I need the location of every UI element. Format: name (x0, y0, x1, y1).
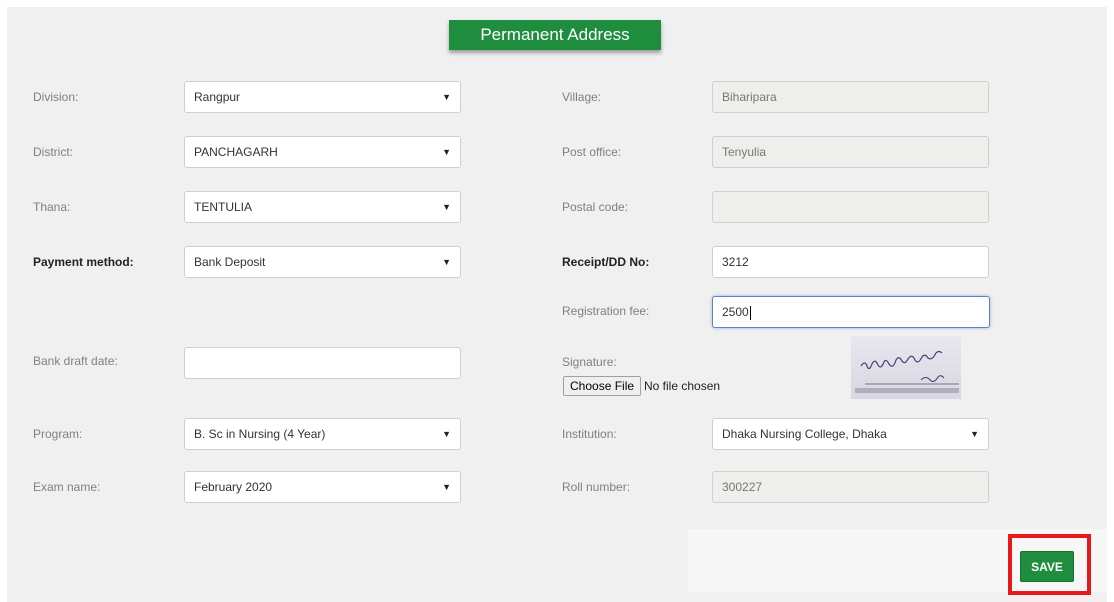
handwritten-signature-icon (855, 350, 959, 393)
post-office-input[interactable]: Tenyulia (712, 136, 989, 168)
village-input[interactable]: Biharipara (712, 81, 989, 113)
roll-number-label: Roll number: (562, 480, 631, 494)
division-value: Rangpur (194, 90, 241, 104)
program-label: Program: (33, 427, 83, 441)
registration-fee-input[interactable]: 2500 (712, 296, 990, 328)
exam-name-select[interactable]: February 2020 ▼ (184, 471, 461, 503)
bank-draft-date-label: Bank draft date: (33, 354, 118, 368)
district-value: PANCHAGARH (194, 145, 278, 159)
program-select[interactable]: B. Sc in Nursing (4 Year) ▼ (184, 418, 461, 450)
registration-fee-label: Registration fee: (562, 304, 650, 318)
caret-down-icon: ▼ (442, 257, 451, 267)
post-office-label: Post office: (562, 145, 622, 159)
division-select[interactable]: Rangpur ▼ (184, 81, 461, 113)
receipt-label: Receipt/DD No: (562, 255, 650, 269)
signature-label: Signature: (562, 355, 617, 369)
postal-code-label: Postal code: (562, 200, 629, 214)
caret-down-icon: ▼ (970, 429, 979, 439)
roll-number-input[interactable]: 300227 (712, 471, 989, 503)
caret-down-icon: ▼ (442, 202, 451, 212)
payment-method-value: Bank Deposit (194, 255, 266, 269)
caret-down-icon: ▼ (442, 429, 451, 439)
caret-down-icon: ▼ (442, 482, 451, 492)
thana-label: Thana: (33, 200, 71, 214)
save-button[interactable]: SAVE (1020, 551, 1074, 582)
village-label: Village: (562, 90, 602, 104)
institution-value: Dhaka Nursing College, Dhaka (722, 427, 887, 441)
district-select[interactable]: PANCHAGARH ▼ (184, 136, 461, 168)
section-title: Permanent Address (449, 20, 661, 50)
program-value: B. Sc in Nursing (4 Year) (194, 427, 326, 441)
thana-value: TENTULIA (194, 200, 253, 214)
caret-down-icon: ▼ (442, 92, 451, 102)
postal-code-input[interactable] (712, 191, 989, 223)
district-label: District: (33, 145, 73, 159)
exam-name-value: February 2020 (194, 480, 273, 494)
text-cursor (749, 305, 751, 320)
division-label: Division: (33, 90, 79, 104)
receipt-input[interactable]: 3212 (712, 246, 989, 278)
institution-label: Institution: (562, 427, 617, 441)
thana-select[interactable]: TENTULIA ▼ (184, 191, 461, 223)
payment-method-select[interactable]: Bank Deposit ▼ (184, 246, 461, 278)
caret-down-icon: ▼ (442, 147, 451, 157)
exam-name-label: Exam name: (33, 480, 101, 494)
file-status-text: No file chosen (644, 379, 721, 393)
choose-file-button[interactable]: Choose File (563, 376, 642, 396)
institution-select[interactable]: Dhaka Nursing College, Dhaka ▼ (712, 418, 989, 450)
payment-method-label: Payment method: (33, 255, 134, 269)
registration-fee-value: 2500 (722, 305, 749, 319)
signature-preview-image (851, 336, 961, 399)
bank-draft-date-input[interactable] (184, 347, 461, 379)
